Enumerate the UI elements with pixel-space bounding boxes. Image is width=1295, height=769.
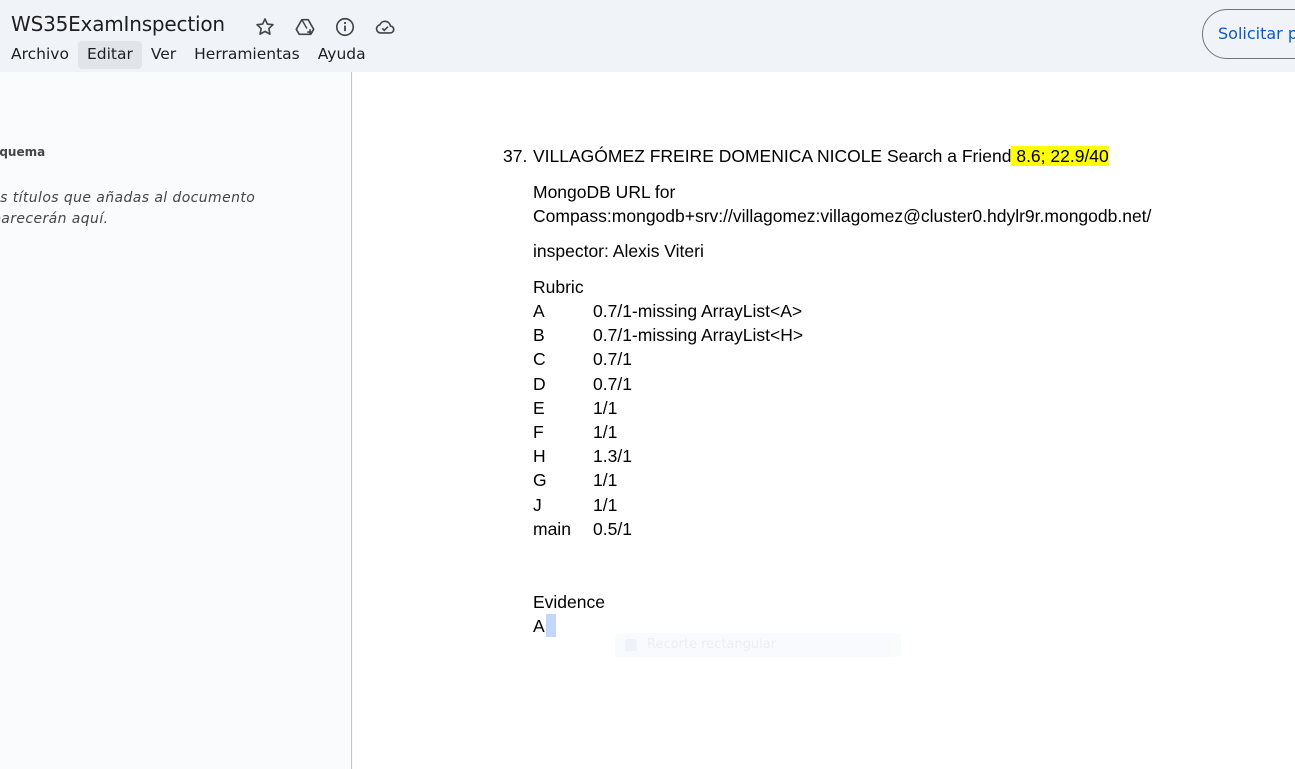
star-icon[interactable]: [252, 14, 278, 40]
rubric-title[interactable]: Rubric: [533, 275, 584, 299]
rubric-key: D: [533, 373, 546, 394]
rubric-value: 0.7/1-missing ArrayList<A>: [593, 301, 803, 321]
document-page[interactable]: 37. VILLAGÓMEZ FREIRE DOMENICA NICOLE Sea…: [353, 72, 1295, 769]
document-title[interactable]: WS35ExamInspection: [11, 12, 225, 36]
rubric-row[interactable]: H 1.3/1: [533, 444, 803, 468]
menu-archivo[interactable]: Archivo: [2, 41, 78, 69]
rubric-key: F: [533, 421, 544, 442]
outline-heading: Esquema: [0, 145, 46, 159]
tooltip-text: Recorte rectangular: [647, 637, 777, 652]
rubric-value: 0.7/1: [593, 373, 632, 394]
rubric-value: 1/1: [593, 421, 618, 442]
evidence-title[interactable]: Evidence: [533, 590, 605, 614]
outline-empty-message: Los títulos que añadas al documento apar…: [0, 190, 256, 227]
outline-panel: Esquema Los títulos que añadas al docume…: [0, 72, 352, 769]
inspector-line[interactable]: inspector: Alexis Viteri: [533, 239, 704, 263]
cloud-saved-icon[interactable]: [372, 14, 398, 40]
url-label: MongoDB URL for: [533, 182, 676, 202]
rubric-row[interactable]: E 1/1: [533, 396, 803, 420]
student-name: VILLAGÓMEZ FREIRE DOMENICA NICOLE Search…: [533, 146, 1012, 166]
title-icons: [252, 14, 398, 40]
rubric-key: E: [533, 397, 545, 418]
rubric-value: 0.5/1: [593, 518, 632, 539]
mongodb-url-block[interactable]: MongoDB URL for Compass:mongodb+srv://vi…: [533, 180, 1273, 228]
rubric-key: main: [533, 518, 571, 539]
menu-bar: Archivo Editar Ver Herramientas Ayuda: [2, 41, 375, 69]
rubric-key: B: [533, 325, 545, 346]
menu-herramientas[interactable]: Herramientas: [185, 41, 309, 69]
rubric-value: 1/1: [593, 470, 618, 491]
student-heading[interactable]: 37. VILLAGÓMEZ FREIRE DOMENICA NICOLE Sea…: [503, 144, 1109, 168]
url-value: Compass:mongodb+srv://villagomez:villago…: [533, 206, 1152, 226]
rubric-key: H: [533, 446, 546, 467]
rubric-key: J: [533, 494, 542, 515]
rectangular-snip-tooltip: Recorte rectangular: [615, 633, 901, 657]
menu-editar[interactable]: Editar: [77, 41, 142, 69]
evidence-first-item: A: [533, 616, 545, 636]
rubric-key: C: [533, 349, 546, 370]
menu-ver[interactable]: Ver: [142, 41, 185, 69]
rubric-value: 1/1: [593, 494, 618, 515]
rubric-row[interactable]: J 1/1: [533, 493, 803, 517]
rubric-row[interactable]: main 0.5/1: [533, 517, 803, 541]
request-access-button[interactable]: Solicitar permiso: [1202, 9, 1295, 59]
snip-icon: [625, 639, 637, 651]
info-icon[interactable]: [332, 14, 358, 40]
menu-ayuda[interactable]: Ayuda: [309, 41, 375, 69]
rubric-list: A 0.7/1-missing ArrayList<A> B 0.7/1-missi…: [533, 299, 803, 541]
rubric-key: G: [533, 470, 547, 491]
rubric-value: 0.7/1-missing ArrayList<H>: [593, 325, 804, 346]
rubric-row[interactable]: G 1/1: [533, 468, 803, 492]
text-cursor-selection: [545, 614, 556, 637]
rubric-value: 1.3/1: [593, 446, 632, 467]
rubric-row[interactable]: B 0.7/1-missing ArrayList<H>: [533, 323, 803, 347]
item-number: 37.: [503, 146, 528, 166]
rubric-row[interactable]: A 0.7/1-missing ArrayList<A>: [533, 299, 803, 323]
rubric-row[interactable]: C 0.7/1: [533, 347, 803, 371]
evidence-line[interactable]: A: [533, 614, 556, 638]
rubric-value: 0.7/1: [593, 349, 632, 370]
move-to-drive-icon[interactable]: [292, 14, 318, 40]
rubric-key: A: [533, 301, 545, 321]
top-bar: WS35ExamInspection Archivo Editar Ver He…: [0, 0, 1295, 72]
score-highlight: 8.6; 22.9/40: [1011, 146, 1109, 166]
rubric-row[interactable]: F 1/1: [533, 420, 803, 444]
rubric-row[interactable]: D 0.7/1: [533, 372, 803, 396]
rubric-value: 1/1: [593, 397, 618, 418]
